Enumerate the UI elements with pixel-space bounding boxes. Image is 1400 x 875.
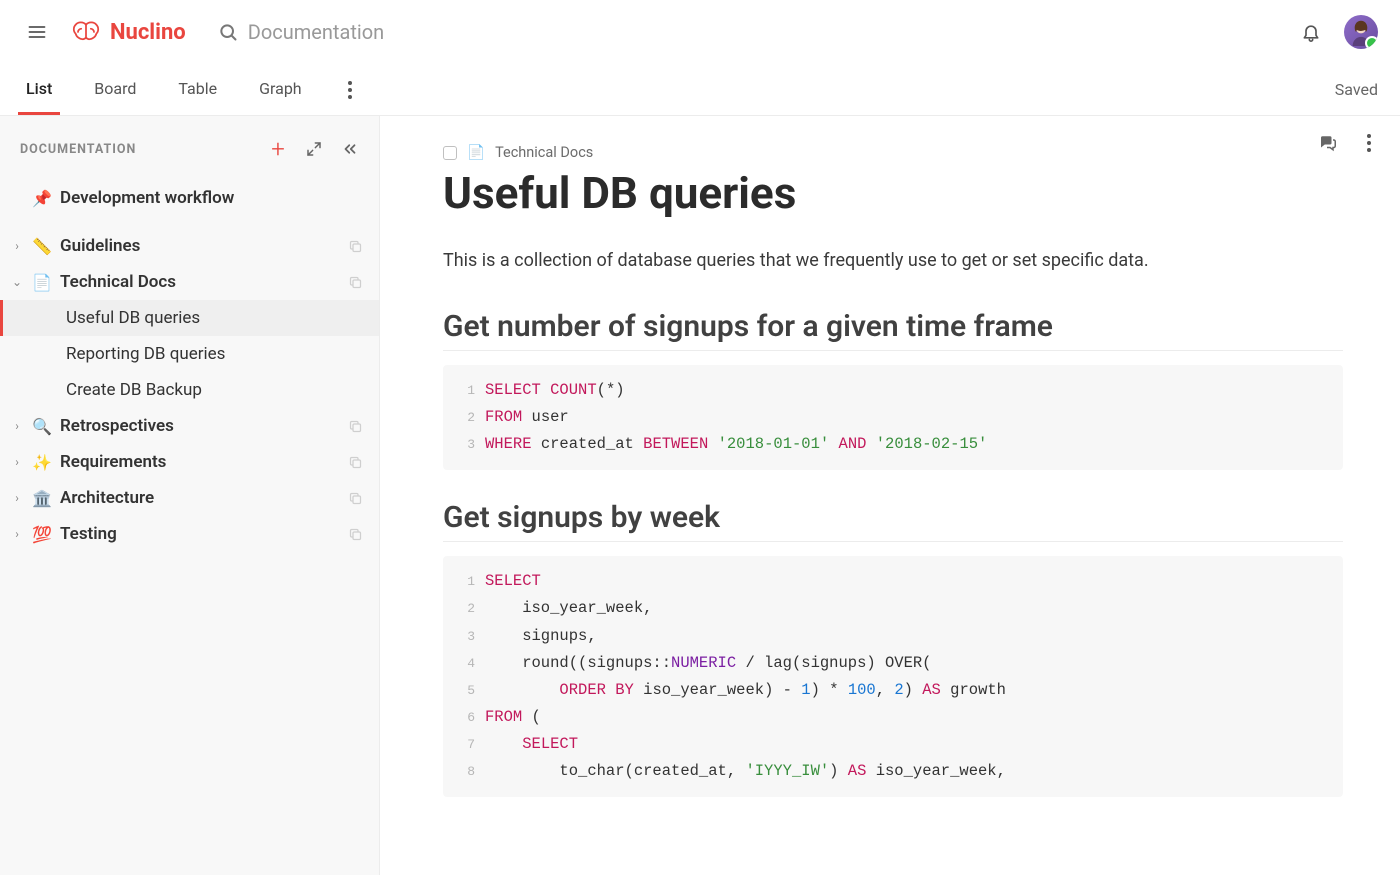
item-emoji: 📏	[32, 237, 52, 256]
sidebar-child-create-db-backup[interactable]: Create DB Backup	[0, 372, 379, 408]
code-block[interactable]: 1SELECT 2 iso_year_week, 3 signups, 4 ro…	[443, 556, 1343, 797]
chevrons-left-icon	[341, 140, 359, 158]
sidebar-item-technical-docs[interactable]: ⌄ 📄 Technical Docs	[0, 264, 379, 300]
sidebar-item-retrospectives[interactable]: › 🔍 Retrospectives	[0, 408, 379, 444]
dots-vertical-icon	[348, 81, 352, 99]
item-label: Technical Docs	[60, 272, 340, 292]
bell-icon	[1301, 22, 1321, 42]
dots-vertical-icon	[1367, 134, 1371, 152]
chevron-right-icon: ›	[10, 527, 24, 541]
menu-button[interactable]	[18, 13, 56, 51]
topbar: Nuclino Documentation	[0, 0, 1400, 64]
item-emoji: 📌	[32, 189, 52, 208]
item-emoji: 🏛️	[32, 489, 52, 508]
item-label: Create DB Backup	[66, 380, 363, 400]
sidebar-item-architecture[interactable]: › 🏛️ Architecture	[0, 480, 379, 516]
page-intro: This is a collection of database queries…	[443, 247, 1343, 275]
sidebar-child-useful-db-queries[interactable]: Useful DB queries	[0, 300, 379, 336]
avatar-icon	[1347, 18, 1375, 46]
expand-sidebar-button[interactable]	[299, 134, 329, 164]
page-title: Useful DB queries	[443, 167, 1343, 219]
copy-icon[interactable]	[348, 275, 363, 290]
brain-icon	[70, 19, 102, 45]
comments-button[interactable]	[1312, 128, 1342, 158]
sidebar-child-reporting-db-queries[interactable]: Reporting DB queries	[0, 336, 379, 372]
item-label: Retrospectives	[60, 416, 340, 436]
tab-list[interactable]: List	[18, 65, 60, 115]
avatar[interactable]	[1344, 15, 1378, 49]
sidebar: Documentation + 📌 Development workflow › 📏 G…	[0, 116, 380, 875]
search-placeholder: Documentation	[248, 20, 385, 44]
sidebar-pinned-item[interactable]: 📌 Development workflow	[0, 180, 379, 216]
breadcrumb[interactable]: 📄 Technical Docs	[443, 144, 1343, 161]
tab-graph[interactable]: Graph	[251, 65, 310, 115]
sidebar-item-guidelines[interactable]: › 📏 Guidelines	[0, 228, 379, 264]
search-icon	[218, 22, 238, 42]
new-item-button[interactable]: +	[263, 134, 293, 164]
breadcrumb-emoji: 📄	[467, 144, 485, 161]
save-status: Saved	[1335, 80, 1378, 99]
copy-icon[interactable]	[348, 239, 363, 254]
app-name: Nuclino	[110, 20, 186, 45]
copy-icon[interactable]	[348, 455, 363, 470]
checkbox-icon[interactable]	[443, 146, 457, 160]
sidebar-item-testing[interactable]: › 💯 Testing	[0, 516, 379, 552]
item-label: Useful DB queries	[66, 308, 363, 328]
chevron-right-icon: ›	[10, 419, 24, 433]
chevron-right-icon: ›	[10, 455, 24, 469]
sidebar-tree: 📌 Development workflow › 📏 Guidelines ⌄ 📄 Techn…	[0, 172, 379, 552]
copy-icon[interactable]	[348, 419, 363, 434]
sidebar-item-requirements[interactable]: › ✨ Requirements	[0, 444, 379, 480]
item-emoji: 💯	[32, 525, 52, 544]
expand-icon	[306, 141, 322, 157]
sidebar-title: Documentation	[20, 142, 136, 157]
app-logo[interactable]: Nuclino	[70, 19, 186, 45]
comments-icon	[1318, 134, 1336, 152]
copy-icon[interactable]	[348, 527, 363, 542]
section-heading: Get signups by week	[443, 500, 1343, 542]
view-tabs: List Board Table Graph Saved	[0, 64, 1400, 116]
chevron-right-icon: ›	[10, 239, 24, 253]
item-emoji: ✨	[32, 453, 52, 472]
item-label: Testing	[60, 524, 340, 544]
item-label: Reporting DB queries	[66, 344, 363, 364]
section-heading: Get number of signups for a given time f…	[443, 309, 1343, 351]
tab-board[interactable]: Board	[86, 65, 144, 115]
chevron-right-icon: ›	[10, 491, 24, 505]
collapse-sidebar-button[interactable]	[335, 134, 365, 164]
breadcrumb-label: Technical Docs	[495, 144, 593, 161]
notifications-button[interactable]	[1292, 13, 1330, 51]
search-input[interactable]: Documentation	[218, 20, 1278, 44]
item-label: Architecture	[60, 488, 340, 508]
chevron-down-icon: ⌄	[10, 275, 24, 289]
item-emoji: 🔍	[32, 417, 52, 436]
item-label: Guidelines	[60, 236, 340, 256]
doc-more-button[interactable]	[1354, 128, 1384, 158]
item-label: Requirements	[60, 452, 340, 472]
code-block[interactable]: 1SELECT COUNT(*) 2FROM user 3WHERE creat…	[443, 365, 1343, 470]
item-label: Development workflow	[60, 188, 363, 208]
item-emoji: 📄	[32, 273, 52, 292]
hamburger-icon	[27, 22, 47, 42]
tab-table[interactable]: Table	[170, 65, 225, 115]
document-content: 📄 Technical Docs Useful DB queries This …	[380, 116, 1400, 875]
copy-icon[interactable]	[348, 491, 363, 506]
tabs-more-button[interactable]	[336, 76, 364, 104]
